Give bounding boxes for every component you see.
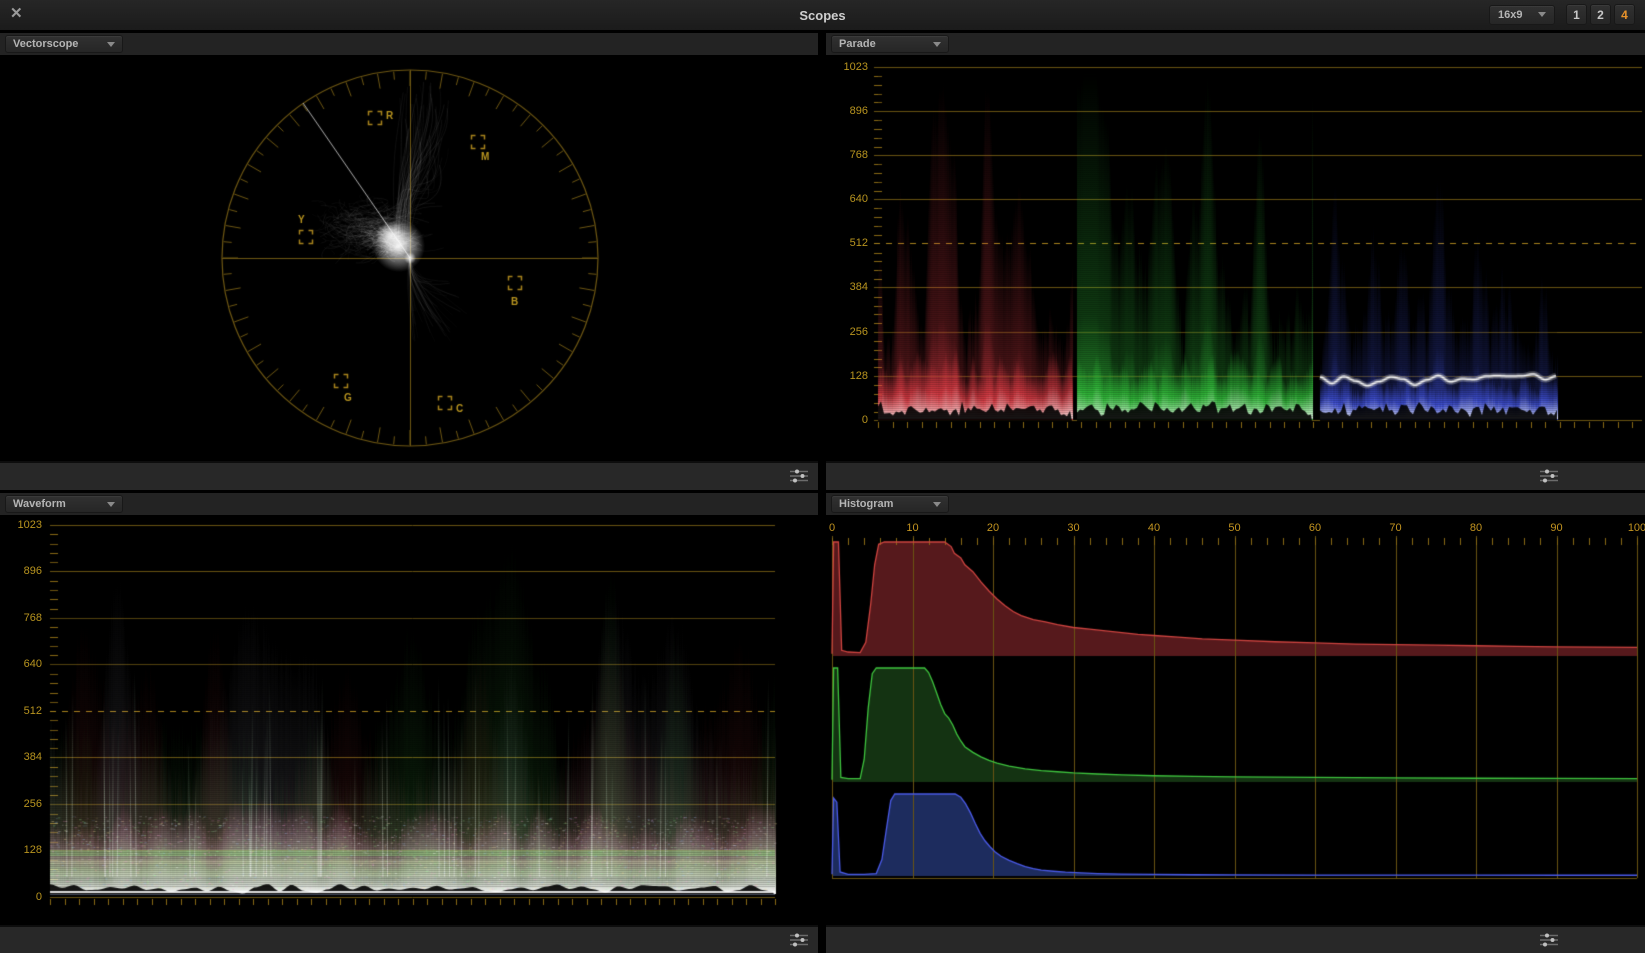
y-axis-tick-label: 0 xyxy=(35,891,42,903)
y-axis-tick-label: 896 xyxy=(23,565,42,578)
window-title: Scopes xyxy=(799,7,846,23)
y-axis-tick-label: 512 xyxy=(849,237,868,250)
parade-type-dropdown[interactable]: Parade xyxy=(831,35,949,53)
y-axis-tick-label: 256 xyxy=(849,325,868,338)
vectorscope-type-dropdown[interactable]: Vectorscope xyxy=(5,35,123,53)
x-axis-tick-label: 70 xyxy=(1389,522,1402,534)
y-axis-tick-label: 384 xyxy=(849,281,868,294)
chevron-down-icon xyxy=(933,501,941,507)
parade-footer xyxy=(826,461,1645,490)
waveform-header: Waveform xyxy=(0,493,818,516)
x-axis-tick-label: 10 xyxy=(906,522,919,534)
waveform-display: 1023 896 768 640 512 384 256 128 0 xyxy=(0,516,818,925)
parade-title: Parade xyxy=(839,38,876,50)
scopes-window: ✕ Scopes 16x9 1 2 4 Vectorscope Parade 1… xyxy=(0,0,1645,953)
scope-settings-icon[interactable] xyxy=(1538,468,1560,484)
aspect-ratio-dropdown[interactable]: 16x9 xyxy=(1489,4,1555,25)
vectorscope-footer xyxy=(0,461,818,490)
scope-settings-icon[interactable] xyxy=(788,932,810,948)
y-axis-tick-label: 640 xyxy=(23,658,42,671)
x-axis-tick-label: 0 xyxy=(828,522,836,534)
layout-1-button[interactable]: 1 xyxy=(1566,4,1587,25)
panel-vectorscope: Vectorscope xyxy=(0,33,818,490)
waveform-type-dropdown[interactable]: Waveform xyxy=(5,495,123,513)
y-axis-tick-label: 384 xyxy=(23,751,42,764)
y-axis-tick-label: 1023 xyxy=(843,61,868,73)
panel-parade: Parade 1023 896 768 640 512 384 256 128 0 xyxy=(826,33,1645,490)
histogram-title: Histogram xyxy=(839,498,894,510)
vectorscope-display xyxy=(0,56,818,461)
y-axis-tick-label: 128 xyxy=(849,369,868,382)
panel-waveform: Waveform 1023 896 768 640 512 384 256 128 0 xyxy=(0,493,818,953)
y-axis-tick-label: 640 xyxy=(849,193,868,206)
x-axis-tick-label: 50 xyxy=(1228,522,1241,534)
x-axis-tick-label: 80 xyxy=(1469,522,1483,534)
x-axis-tick-label: 20 xyxy=(986,522,1000,534)
y-axis-tick-label: 128 xyxy=(23,844,42,857)
histogram-canvas xyxy=(826,516,1645,922)
aspect-ratio-value: 16x9 xyxy=(1498,8,1523,21)
y-axis-tick-label: 768 xyxy=(849,148,868,161)
chevron-down-icon xyxy=(107,41,115,47)
histogram-type-dropdown[interactable]: Histogram xyxy=(831,495,949,513)
chevron-down-icon xyxy=(107,501,115,507)
y-axis-tick-label: 256 xyxy=(23,797,42,810)
y-axis-tick-label: 512 xyxy=(23,704,42,717)
y-axis-tick-label: 0 xyxy=(861,413,868,426)
layout-4-button[interactable]: 4 xyxy=(1614,4,1635,25)
vectorscope-header: Vectorscope xyxy=(0,33,818,56)
waveform-footer xyxy=(0,925,818,953)
parade-canvas xyxy=(826,56,1645,461)
scopes-grid: Vectorscope Parade 1023 896 768 640 512 … xyxy=(0,33,1645,953)
vectorscope-canvas xyxy=(0,56,818,461)
parade-header: Parade xyxy=(826,33,1645,56)
x-axis-tick-label: 40 xyxy=(1147,522,1161,534)
x-axis-tick-label: 90 xyxy=(1550,522,1563,534)
scope-settings-icon[interactable] xyxy=(788,468,810,484)
chevron-down-icon xyxy=(1538,12,1546,17)
waveform-canvas xyxy=(0,516,818,922)
histogram-header: Histogram xyxy=(826,493,1645,516)
titlebar: ✕ Scopes 16x9 1 2 4 xyxy=(0,0,1645,33)
titlebar-controls: 16x9 1 2 4 xyxy=(1489,4,1635,25)
scope-settings-icon[interactable] xyxy=(1538,932,1560,948)
x-axis-tick-label: 30 xyxy=(1067,522,1080,534)
layout-2-button[interactable]: 2 xyxy=(1590,4,1611,25)
y-axis-tick-label: 1023 xyxy=(17,519,42,531)
y-axis-tick-label: 768 xyxy=(23,611,42,624)
chevron-down-icon xyxy=(933,41,941,47)
y-axis-tick-label: 896 xyxy=(849,104,868,117)
x-axis-tick-label: 60 xyxy=(1308,522,1322,534)
waveform-title: Waveform xyxy=(13,498,66,510)
vectorscope-title: Vectorscope xyxy=(13,38,79,50)
histogram-footer xyxy=(826,925,1645,953)
histogram-display: 0 10 20 30 40 50 60 70 80 90 100 xyxy=(826,516,1645,925)
parade-display: 1023 896 768 640 512 384 256 128 0 xyxy=(826,56,1645,461)
x-axis-tick-label: 100 xyxy=(1627,522,1645,534)
panel-histogram: Histogram 0 10 20 30 40 50 60 70 80 90 100 xyxy=(826,493,1645,953)
